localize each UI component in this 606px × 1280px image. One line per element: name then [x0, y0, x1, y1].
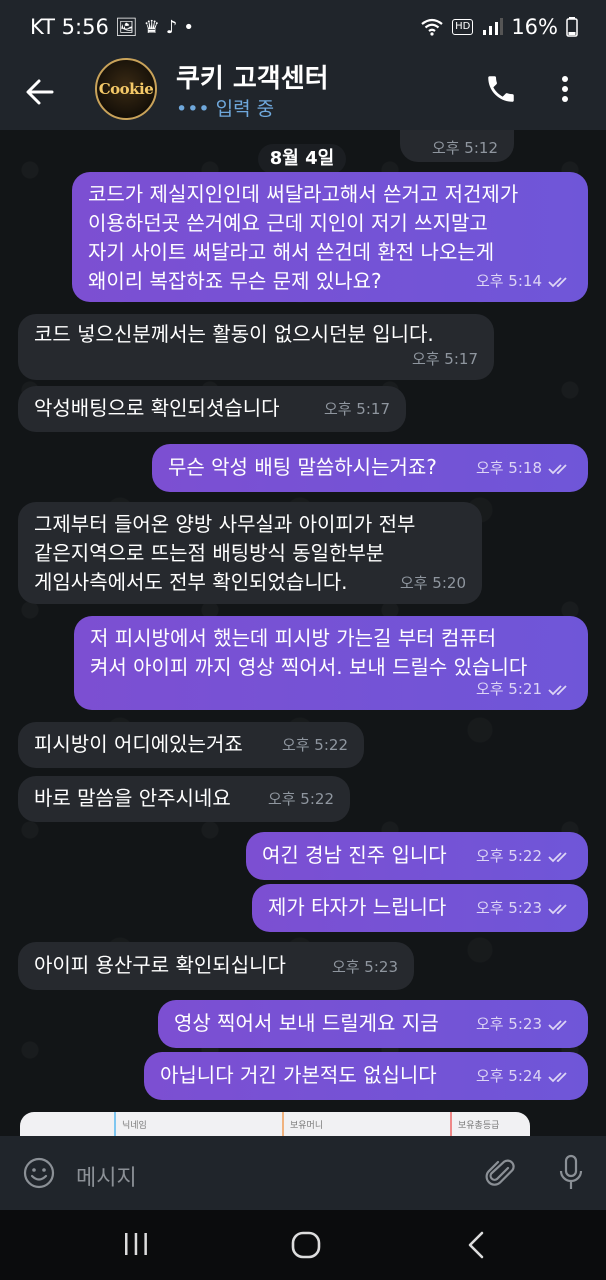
message-bubble-incoming[interactable]: 아이피 용산구로 확인되십니다 오후 5:23	[18, 942, 414, 990]
carrier-time: KT 5:56	[30, 15, 109, 39]
recent-apps-icon[interactable]	[122, 1230, 150, 1258]
double-check-icon	[548, 1019, 567, 1030]
message-time: 오후 5:22	[267, 790, 334, 808]
previous-message-stub: 오후 5:12	[400, 130, 514, 162]
message-meta: 오후 5:24	[476, 1062, 572, 1091]
image-message-preview[interactable]: 닉네임 보유머니 보유총등급	[20, 1112, 530, 1136]
avatar[interactable]: Cookie	[95, 58, 157, 120]
more-options-icon[interactable]	[560, 74, 570, 104]
preview-label: 보유머니	[290, 1121, 324, 1131]
hd-badge: HD	[452, 19, 474, 35]
crown-icon: ♛	[143, 16, 160, 38]
double-check-icon	[548, 684, 567, 695]
message-time: 오후 5:23	[475, 1015, 542, 1033]
system-navigation-bar	[0, 1210, 606, 1280]
message-text: 저 피시방에서 했는데 피시방 가는길 부터 컴퓨터 켜서 아이피 까지 영상 …	[90, 626, 528, 679]
status-right: HD 16%	[420, 15, 578, 39]
message-bubble-outgoing[interactable]: 여긴 경남 진주 입니다 오후 5:22	[246, 832, 588, 880]
preview-label: 보유총등급	[458, 1121, 500, 1131]
preview-label: 닉네임	[122, 1121, 147, 1131]
battery-percent: 16%	[511, 15, 558, 39]
message-meta: 오후 5:22	[476, 842, 572, 871]
message-meta: 오후 5:14	[476, 267, 572, 296]
message-input[interactable]: 메시지	[76, 1160, 137, 1192]
message-bubble-incoming[interactable]: 그제부터 들어온 양방 사무실과 아이피가 전부 같은지역으로 뜨는점 배팅방식…	[18, 502, 482, 604]
microphone-icon[interactable]	[558, 1154, 584, 1192]
message-time: 오후 5:23	[475, 899, 542, 917]
message-time: 오후 5:22	[475, 847, 542, 865]
message-bubble-incoming[interactable]: 피시방이 어디에있는거죠 오후 5:22	[18, 722, 364, 768]
message-bubble-incoming[interactable]: 악성배팅으로 확인되셧습니다 오후 5:17	[18, 386, 406, 432]
message-bubble-incoming[interactable]: 바로 말씀을 안주시네요 오후 5:22	[18, 776, 350, 822]
message-meta: 오후 5:23	[476, 1010, 572, 1039]
message-time: 오후 5:18	[475, 459, 542, 477]
message-time: 오후 5:22	[281, 736, 348, 754]
tiktok-icon: ♪	[165, 16, 178, 38]
date-badge: 8월 4일	[258, 144, 346, 174]
message-bubble-outgoing[interactable]: 코드가 제실지인인데 써달라고해서 쓴거고 저건제가 이용하던곳 쓴거예요 근데…	[72, 172, 588, 302]
message-time: 오후 5:14	[475, 272, 542, 290]
typing-status: ••• 입력 중	[176, 98, 275, 120]
message-composer: 메시지	[0, 1136, 606, 1210]
message-meta: 오후 5:18	[476, 454, 572, 483]
double-check-icon	[548, 463, 567, 474]
message-bubble-outgoing[interactable]: 영상 찍어서 보내 드릴게요 지금 오후 5:23	[158, 1000, 588, 1048]
message-time: 오후 5:12	[431, 139, 498, 157]
double-check-icon	[548, 276, 567, 287]
chat-messages[interactable]: 오후 5:12 8월 4일 코드가 제실지인인데 써달라고해서 쓴거고 저건제가…	[0, 130, 606, 1136]
emoji-icon[interactable]	[22, 1156, 56, 1190]
message-bubble-outgoing[interactable]: 아닙니다 거긴 가본적도 없십니다 오후 5:24	[144, 1052, 588, 1100]
wifi-icon	[421, 18, 443, 36]
message-time: 오후 5:20	[399, 574, 466, 592]
back-nav-icon[interactable]	[464, 1230, 488, 1260]
message-meta: 오후 5:23	[476, 894, 572, 923]
signal-icon	[483, 18, 504, 35]
message-time: 오후 5:17	[323, 400, 390, 418]
back-arrow-icon[interactable]	[24, 72, 56, 112]
double-check-icon	[548, 851, 567, 862]
message-bubble-outgoing[interactable]: 무슨 악성 배팅 말씀하시는거죠? 오후 5:18	[152, 444, 588, 492]
phone-icon[interactable]	[484, 72, 518, 106]
battery-icon	[566, 17, 578, 37]
preview-divider	[450, 1112, 452, 1136]
double-check-icon	[548, 1071, 567, 1082]
message-meta: 오후 5:21	[476, 675, 572, 704]
double-check-icon	[548, 903, 567, 914]
chat-header: Cookie 쿠키 고객센터 ••• 입력 중	[0, 56, 606, 130]
message-time: 오후 5:24	[475, 1067, 542, 1085]
avatar-logo-text: Cookie	[98, 80, 154, 98]
message-bubble-outgoing[interactable]: 저 피시방에서 했는데 피시방 가는길 부터 컴퓨터 켜서 아이피 까지 영상 …	[74, 616, 588, 710]
message-bubble-outgoing[interactable]: 제가 타자가 느립니다 오후 5:23	[252, 884, 588, 932]
chat-title[interactable]: 쿠키 고객센터	[176, 58, 329, 95]
message-time: 오후 5:23	[331, 958, 398, 976]
attachment-icon[interactable]	[484, 1156, 518, 1190]
status-left: KT 5:56 🖼 ♛ ♪ •	[30, 15, 194, 39]
message-time: 오후 5:17	[411, 350, 478, 368]
message-time: 오후 5:21	[475, 680, 542, 698]
status-bar: KT 5:56 🖼 ♛ ♪ • HD 16%	[0, 0, 606, 56]
home-icon[interactable]	[290, 1230, 322, 1260]
gallery-icon: 🖼	[114, 16, 138, 38]
message-bubble-incoming[interactable]: 코드 넣으신분께서는 활동이 없으시던분 입니다. 오후 5:17	[18, 314, 494, 380]
preview-divider	[282, 1112, 284, 1136]
dot-icon: •	[183, 16, 194, 38]
preview-divider	[114, 1112, 116, 1136]
